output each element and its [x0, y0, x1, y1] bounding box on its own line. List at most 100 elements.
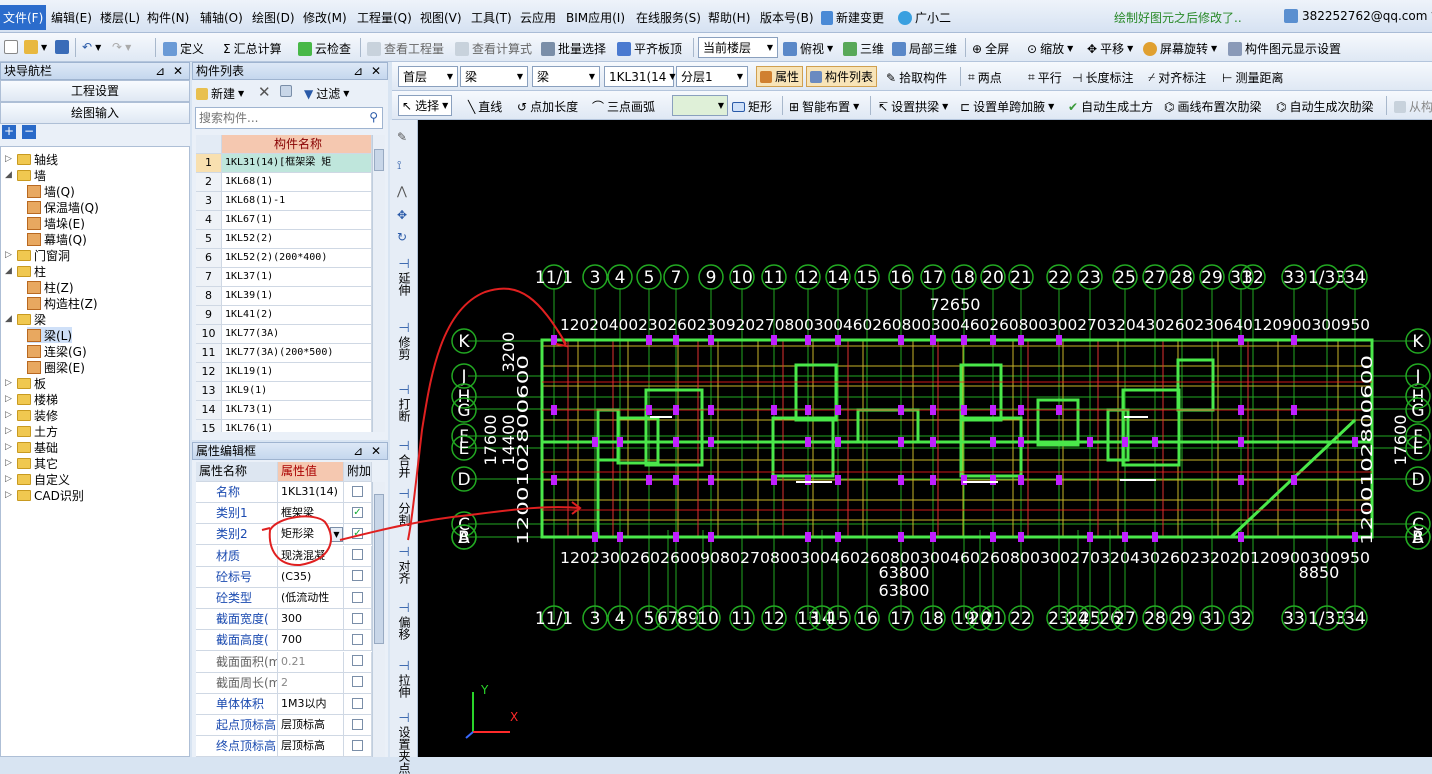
tree-item[interactable]: ▷ 其它	[5, 455, 58, 471]
expand-icon[interactable]: ▷	[5, 378, 14, 388]
two-points-button[interactable]: ⌗ 两点	[968, 69, 1002, 86]
expand-icon[interactable]: ▷	[5, 490, 14, 500]
property-checkbox[interactable]	[352, 591, 363, 603]
filter-button[interactable]: ▼ 过滤 ▼	[304, 85, 349, 102]
component-row[interactable]: 1KL37(1)	[222, 268, 372, 287]
display-setting-button[interactable]: 构件图元显示设置	[1228, 40, 1341, 57]
pin-icon[interactable]: ⊿	[353, 443, 363, 459]
property-checkbox[interactable]	[352, 739, 363, 751]
vtool-button[interactable]: ⊣ 对齐	[391, 546, 417, 585]
undo-icon[interactable]: ↶ ▼	[82, 40, 101, 54]
rotate-button[interactable]: 屏幕旋转 ▼	[1143, 40, 1217, 57]
component-row[interactable]: 1KL39(1)	[222, 287, 372, 306]
tree-item[interactable]: ▷ 轴线	[5, 151, 58, 167]
component-row[interactable]: 1KL9(1)	[222, 382, 372, 401]
cloud-check-button[interactable]: 云检查	[298, 40, 351, 57]
expand-icon[interactable]: ◢	[5, 266, 14, 276]
component-row[interactable]: 1KL31(14)[框架梁 矩	[222, 154, 372, 173]
tree-item[interactable]: ◢ 墙	[5, 167, 46, 183]
component-row[interactable]: 1KL52(2)(200*400)	[222, 249, 372, 268]
view-quantity-button[interactable]: 查看工程量	[367, 40, 444, 57]
component-row[interactable]: 1KL77(3A)(200*500)	[222, 344, 372, 363]
property-value[interactable]: 层顶标高	[278, 715, 344, 737]
close-icon[interactable]: ✕	[371, 443, 381, 459]
tree-item[interactable]: ◢ 梁	[5, 311, 46, 327]
menu-tools[interactable]: 工具(T)	[471, 9, 512, 26]
menu-bim[interactable]: BIM应用(I)	[566, 9, 625, 26]
property-value[interactable]: 1M3以内	[278, 694, 344, 715]
property-value[interactable]: 现浇混凝	[278, 545, 344, 567]
three-point-arc-button[interactable]: ⌒ 三点画弧	[592, 98, 655, 115]
tree-item[interactable]: 墙(Q)	[27, 183, 75, 199]
open-icon[interactable]: ▼	[24, 40, 47, 54]
tree-item[interactable]: ▷ 板	[5, 375, 46, 391]
component-row[interactable]: 1KL19(1)	[222, 363, 372, 382]
menu-floor[interactable]: 楼层(L)	[100, 9, 140, 26]
draw-sub-beam-button[interactable]: ⌬ 画线布置次肋梁	[1164, 98, 1262, 115]
layer-select[interactable]: 分层1 ▼	[676, 66, 748, 87]
define-button[interactable]: 定义	[163, 40, 204, 57]
expand-icon[interactable]: ▷	[5, 250, 14, 260]
tree-item[interactable]: ◢ 柱	[5, 263, 46, 279]
redo-icon[interactable]: ↷ ▼	[112, 40, 131, 54]
property-value[interactable]: (C35)	[278, 566, 344, 588]
drawing-canvas[interactable]: 11/1 3 4 5 7 9 10 11 12 14 15 16 17 18 20 21 22 23 25 27 28 2…	[418, 120, 1432, 757]
tree-item[interactable]: ▷ 自定义	[5, 471, 70, 487]
tree-item[interactable]: ▷ 装修	[5, 407, 58, 423]
close-icon[interactable]: ✕	[173, 63, 183, 79]
save-icon[interactable]	[55, 40, 69, 54]
property-value[interactable]: 框架梁	[278, 503, 344, 525]
floor-select[interactable]: 首层 ▼	[398, 66, 458, 87]
rotate-icon[interactable]: ↻	[397, 230, 407, 244]
component-row[interactable]: 1KL68(1)	[222, 173, 372, 192]
property-value[interactable]: 300	[278, 609, 344, 631]
tree-item[interactable]: 幕墙(Q)	[27, 231, 87, 247]
property-value[interactable]: 0.21	[278, 651, 344, 673]
menu-draw[interactable]: 绘图(D)	[252, 9, 295, 26]
component-row[interactable]: 1KL52(2)	[222, 230, 372, 249]
sum-button[interactable]: Σ 汇总计算	[223, 40, 282, 57]
property-checkbox[interactable]: ✓	[352, 527, 363, 539]
move-icon[interactable]: ✥	[397, 208, 407, 222]
vtool-button[interactable]: ⊣ 延伸	[391, 258, 417, 297]
view-formula-button[interactable]: 查看计算式	[455, 40, 532, 57]
from-component-button[interactable]: 从构	[1394, 98, 1432, 115]
measure-button[interactable]: ⊢ 测量距离	[1222, 69, 1283, 86]
tree-item[interactable]: 柱(Z)	[27, 279, 74, 295]
notice-text[interactable]: 绘制好图元之后修改了..	[1114, 9, 1242, 26]
new-component-button[interactable]: 新建 ▼	[196, 85, 244, 102]
zoom-button[interactable]: ⊙ 缩放 ▼	[1027, 40, 1073, 57]
batch-select-button[interactable]: 批量选择	[541, 40, 606, 57]
component-select[interactable]: 1KL31(14 ▼	[604, 66, 676, 87]
vtool-button[interactable]: ⊣ 修剪	[391, 322, 417, 361]
expand-icon[interactable]: ◢	[5, 314, 14, 324]
component-row[interactable]: 1KL77(3A)	[222, 325, 372, 344]
collapse-all-icon[interactable]: −	[22, 125, 36, 139]
new-file-icon[interactable]	[4, 40, 18, 54]
vtool-button[interactable]: ⊣ 设置夹点	[391, 712, 417, 774]
expand-all-icon[interactable]: +	[2, 125, 16, 139]
copy-icon[interactable]	[280, 85, 292, 97]
expand-icon[interactable]: ▷	[5, 394, 14, 404]
delete-icon[interactable]: ✕	[258, 83, 271, 101]
expand-icon[interactable]: ▷	[5, 410, 14, 420]
expand-icon[interactable]: ◢	[5, 170, 14, 180]
property-checkbox[interactable]	[352, 718, 363, 730]
line-button[interactable]: ╲ 直线	[468, 98, 502, 115]
menu-component[interactable]: 构件(N)	[147, 9, 189, 26]
rectangle-button[interactable]: 矩形	[732, 98, 772, 115]
property-checkbox[interactable]	[352, 697, 363, 709]
scrollbar-thumb[interactable]	[374, 149, 384, 171]
tree-item[interactable]: 构造柱(Z)	[27, 295, 98, 311]
component-search-input[interactable]	[196, 108, 356, 128]
vtool-button[interactable]: ⊣ 合并	[391, 440, 417, 479]
set-arch-beam-button[interactable]: ↸ 设置拱梁 ▼	[878, 98, 948, 115]
new-change-button[interactable]: 新建变更	[821, 9, 884, 26]
flat-slab-button[interactable]: 平齐板顶	[617, 40, 682, 57]
vtool-button[interactable]: ⊣ 偏移	[391, 602, 417, 641]
expand-icon[interactable]: ▷	[5, 154, 14, 164]
three-d-button[interactable]: 三维	[843, 40, 884, 57]
copy-mirror-icon[interactable]: ⋀	[397, 184, 407, 198]
draw-input-button[interactable]: 绘图输入	[0, 102, 190, 124]
menu-file[interactable]: 文件(F)	[0, 5, 47, 30]
